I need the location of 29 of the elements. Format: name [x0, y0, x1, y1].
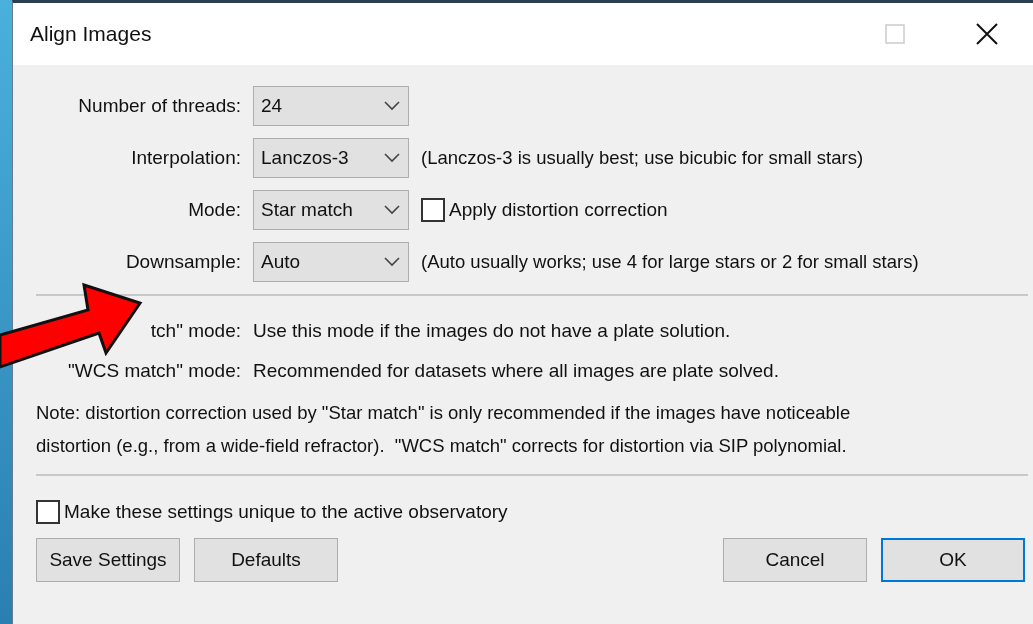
checkbox[interactable]: [36, 500, 60, 524]
dropdown[interactable]: Auto: [253, 242, 409, 282]
mode-description: Recommended for datasets where all images are plate solved.: [253, 360, 780, 382]
field-label: Number of threads:: [78, 95, 241, 117]
dropdown[interactable]: Star match: [253, 190, 409, 230]
checkbox-label: Make these settings unique to the active observatory: [64, 501, 508, 523]
mode-label: "WCS match" mode:: [68, 360, 241, 382]
checkbox[interactable]: [421, 198, 445, 222]
hint-text: (Auto usually works; use 4 for large stars or 2 for small stars): [421, 251, 920, 273]
dropdown[interactable]: Lanczos-3: [253, 138, 409, 178]
mode-label: tch" mode:: [150, 320, 241, 342]
mode-description: Use this mode if the images do not have a plate solution.: [253, 320, 732, 342]
button[interactable]: Defaults: [194, 538, 338, 582]
checkbox-label: Apply distortion correction: [449, 199, 668, 221]
field-label: Interpolation:: [131, 147, 241, 169]
chevron-down-icon: [384, 257, 400, 267]
chevron-down-icon: [384, 101, 400, 111]
chevron-down-icon: [384, 153, 400, 163]
dropdown[interactable]: 24: [253, 86, 409, 126]
hint-text: (Lanczos-3 is usually best; use bicubic for small stars): [421, 147, 865, 169]
field-label: Mode:: [188, 199, 241, 221]
field-label: Downsample:: [125, 251, 241, 273]
window-title: Align Images: [30, 22, 153, 46]
button[interactable]: Save Settings: [36, 538, 180, 582]
chevron-down-icon: [384, 205, 400, 215]
button[interactable]: Cancel: [723, 538, 867, 582]
note-paragraph: Note: distortion correction used by "Star match" is only recommended if the images have noticeable distortion (e.g., from a wide-field refractor). "WCS match" corrects for distortion via SIP polynomial.: [36, 401, 852, 458]
close-icon[interactable]: [976, 23, 998, 45]
button[interactable]: OK: [881, 538, 1025, 582]
